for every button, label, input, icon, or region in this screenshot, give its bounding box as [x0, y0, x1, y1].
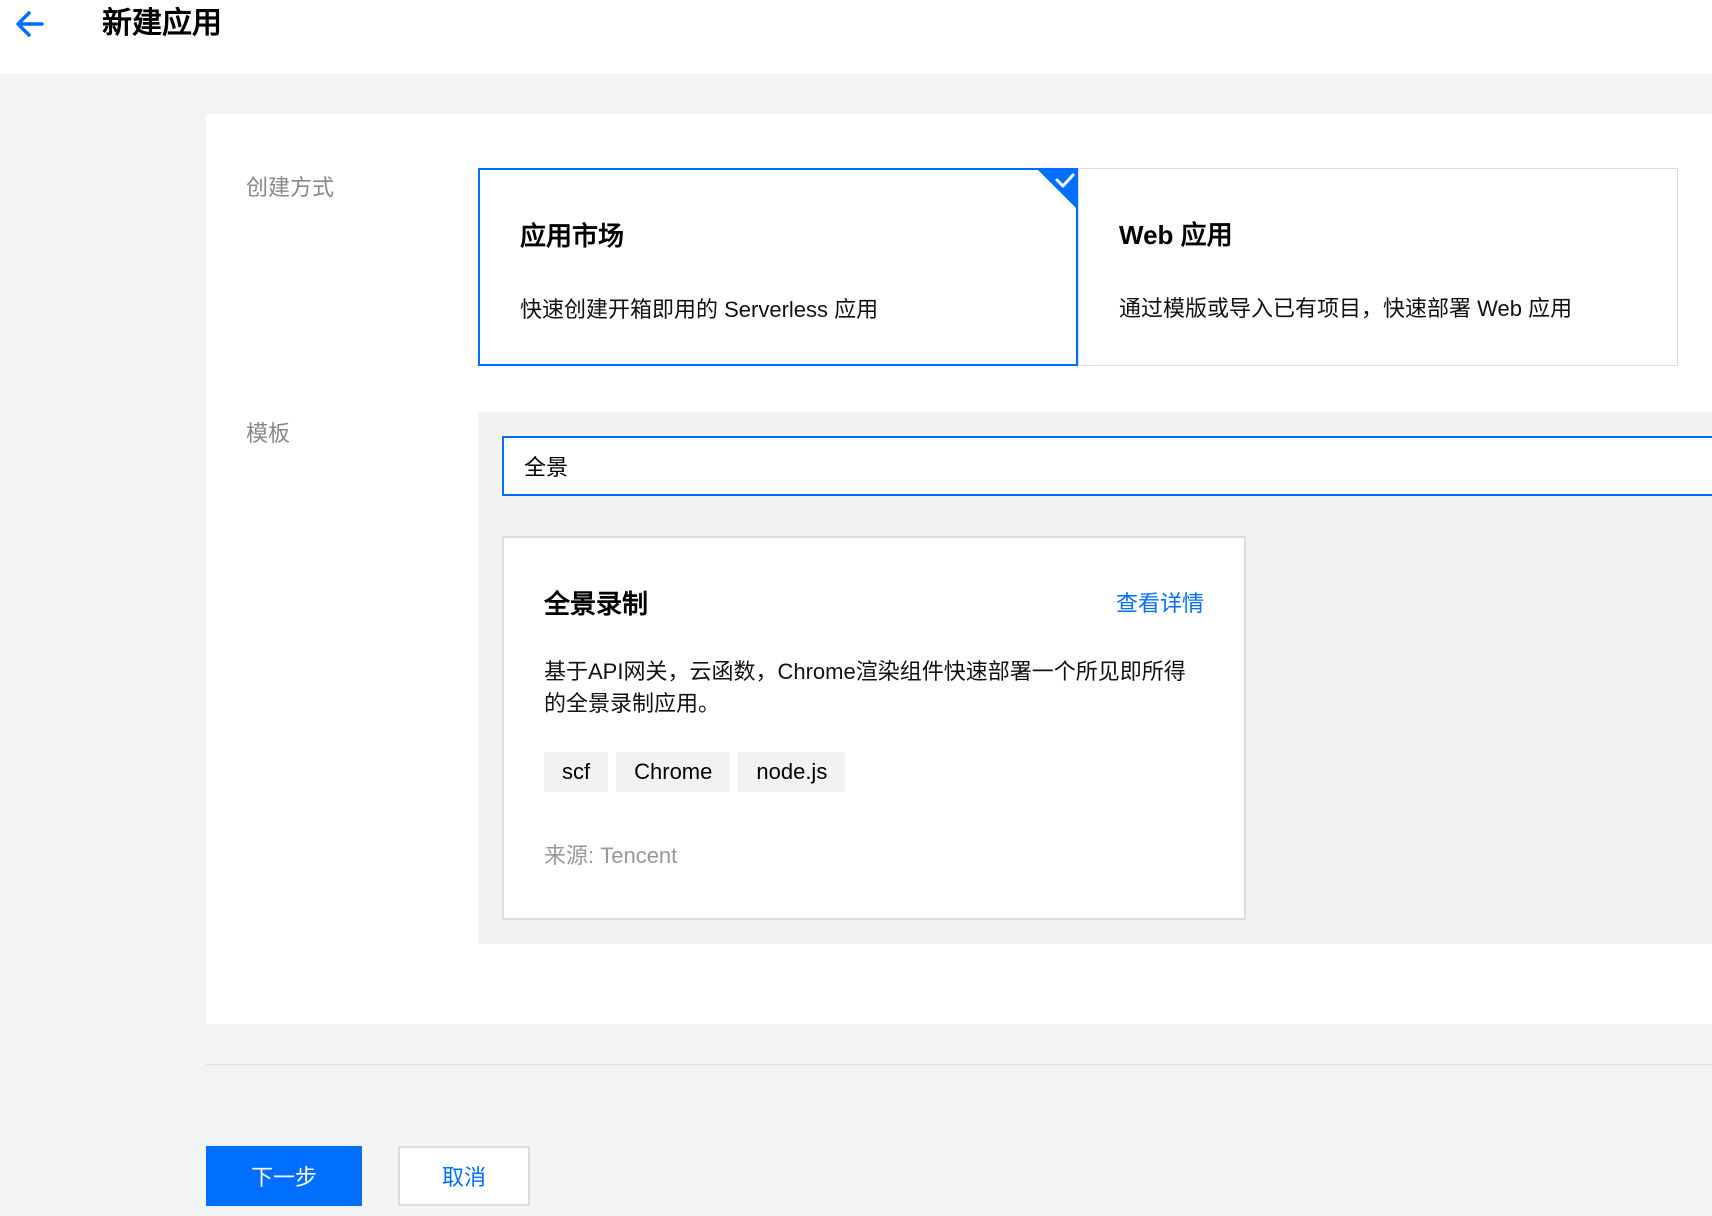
- check-icon: [1036, 168, 1078, 210]
- create-method-label: 创建方式: [246, 175, 335, 200]
- next-button[interactable]: 下一步: [206, 1146, 362, 1206]
- template-search-input[interactable]: [502, 436, 1712, 496]
- template-card-desc: 基于API网关，云函数，Chrome渲染组件快速部署一个所见即所得的全景录制应用…: [544, 659, 1186, 716]
- tag: node.js: [738, 752, 846, 792]
- divider: [206, 1064, 1712, 1065]
- back-button[interactable]: [10, 4, 50, 44]
- template-card[interactable]: 全景录制 查看详情 基于API网关，云函数，Chrome渲染组件快速部署一个所见…: [502, 536, 1246, 920]
- tag: scf: [544, 752, 609, 792]
- method-card-title: 应用市场: [520, 221, 625, 251]
- method-card-web-app[interactable]: Web 应用 通过模版或导入已有项目，快速部署 Web 应用: [1078, 168, 1678, 366]
- top-bar: 新建应用: [0, 0, 1712, 74]
- template-label: 模板: [246, 421, 291, 446]
- template-area: 全景录制 查看详情 基于API网关，云函数，Chrome渲染组件快速部署一个所见…: [478, 412, 1712, 944]
- cancel-button[interactable]: 取消: [398, 1146, 530, 1206]
- template-source: 来源: Tencent: [544, 843, 678, 868]
- template-tags: scf Chrome node.js: [544, 752, 846, 792]
- view-details-link[interactable]: 查看详情: [1116, 586, 1204, 618]
- method-card-desc: 通过模版或导入已有项目，快速部署 Web 应用: [1119, 296, 1573, 321]
- method-card-app-market[interactable]: 应用市场 快速创建开箱即用的 Serverless 应用: [478, 168, 1078, 366]
- method-card-title: Web 应用: [1119, 220, 1233, 250]
- tag: Chrome: [616, 752, 731, 792]
- method-card-desc: 快速创建开箱即用的 Serverless 应用: [520, 297, 879, 322]
- page-title: 新建应用: [102, 7, 222, 40]
- arrow-left-icon: [16, 11, 44, 37]
- template-card-title: 全景录制: [544, 589, 649, 619]
